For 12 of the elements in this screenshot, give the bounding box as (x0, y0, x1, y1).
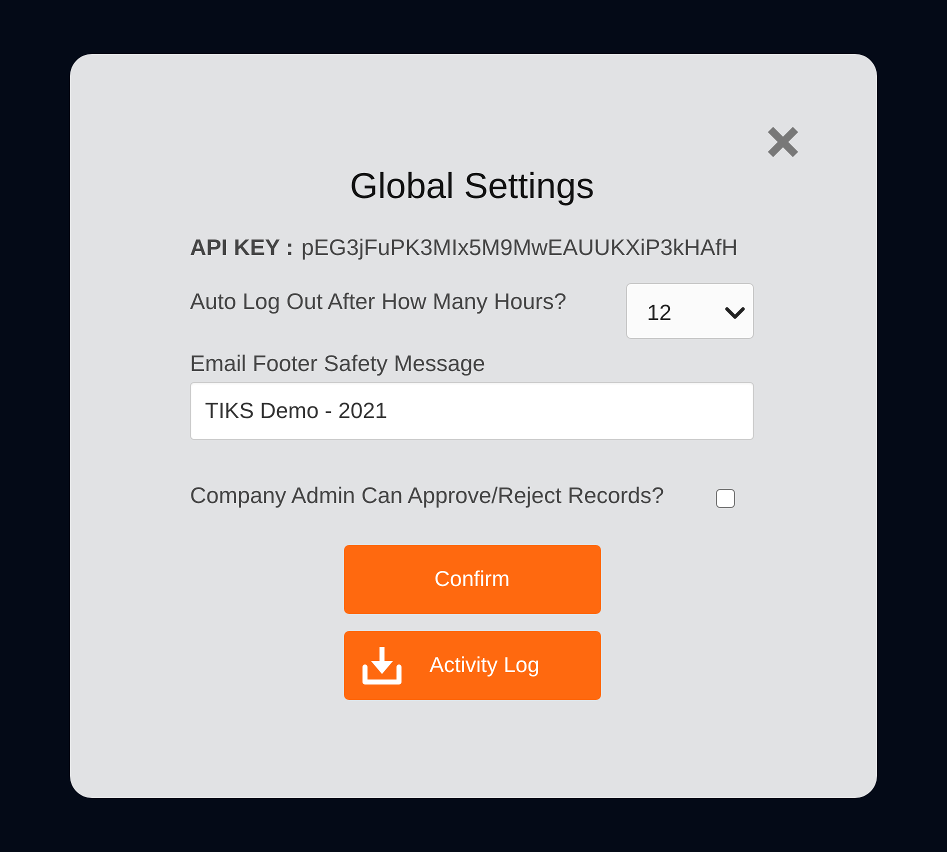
hours-dropdown[interactable]: 12 (626, 283, 754, 339)
dialog-title: Global Settings (350, 166, 594, 206)
auto-logout-label: Auto Log Out After How Many Hours? (190, 288, 566, 315)
download-icon (362, 646, 402, 684)
api-key-value: pEG3jFuPK3MIx5M9MwEAUUKXiP3kHAfH (301, 235, 738, 261)
checkbox[interactable] (716, 488, 735, 508)
chevron-down-icon (725, 306, 745, 318)
footer-message-input[interactable]: TIKS Demo - 2021 (190, 382, 754, 440)
footer-message-label: Email Footer Safety Message (190, 351, 486, 377)
close-icon[interactable] (767, 126, 799, 158)
api-key-label: API KEY : (190, 235, 294, 261)
admin-approval-label: Company Admin Can Approve/Reject Records? (190, 483, 664, 509)
